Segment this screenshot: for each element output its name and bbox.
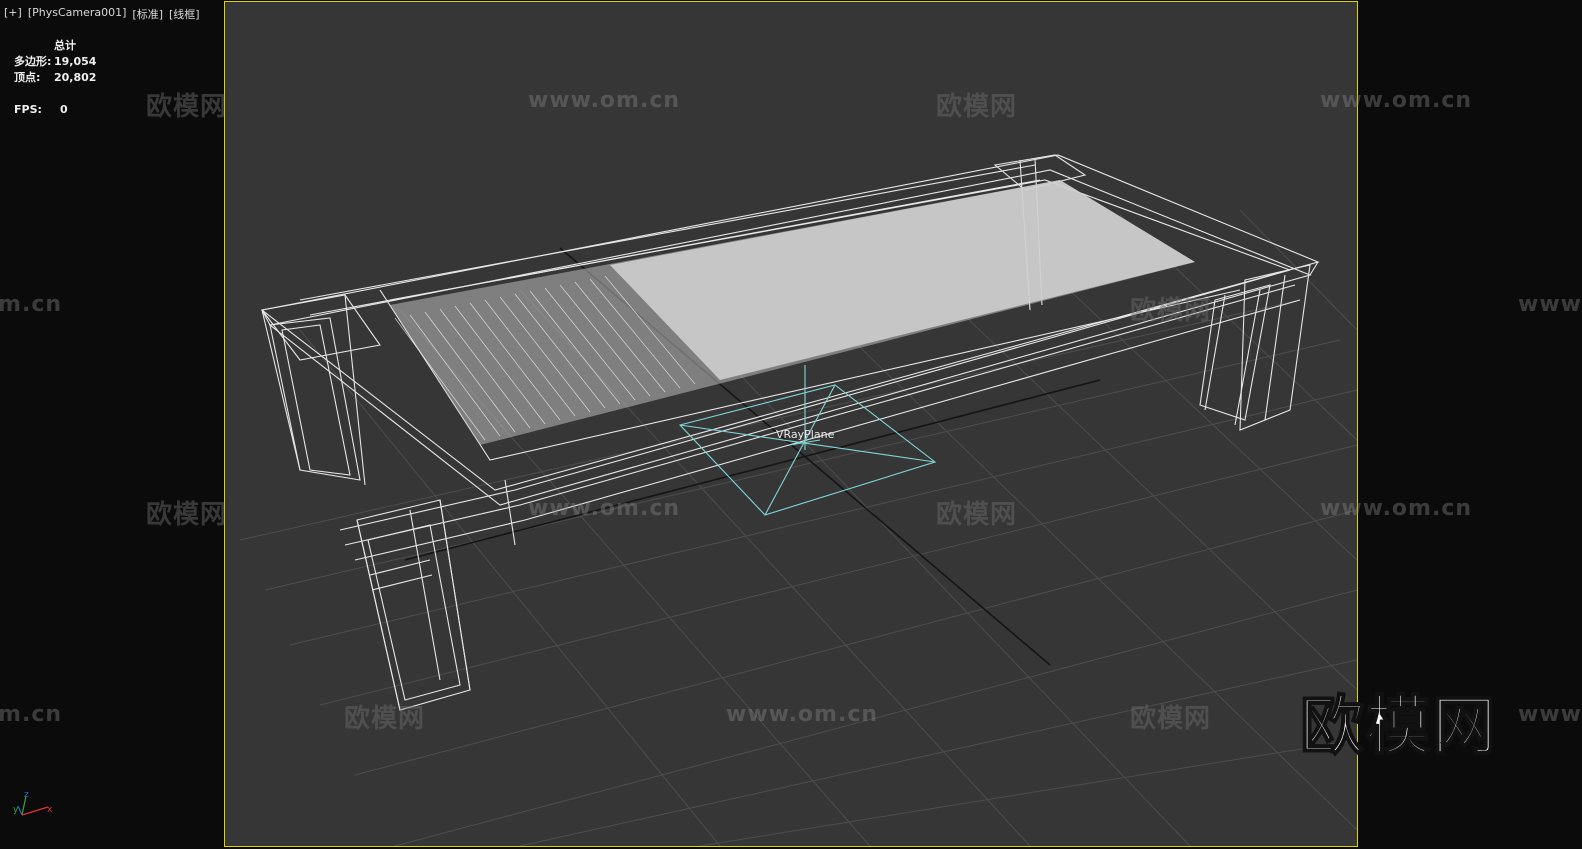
watermark-logo: 欧模网 (146, 92, 228, 122)
watermark-logo: 欧模网 (1130, 704, 1212, 734)
watermark-url: www.om.cn (0, 702, 63, 727)
watermark-logo: 欧模网 (936, 92, 1018, 122)
brand-logo: 欧模网 (1299, 689, 1498, 765)
watermark-logo: 欧模网 (936, 500, 1018, 530)
watermark-logo: 欧模网 (344, 704, 426, 734)
watermark-url: www.om.cn (1320, 88, 1473, 113)
watermark-url: www.om.cn (528, 496, 681, 521)
watermark-url: www.om.cn (1320, 496, 1473, 521)
watermark-url: www.om.cn (1518, 292, 1582, 317)
watermark-url: www.om.cn (0, 292, 63, 317)
vray-plane-label[interactable]: VRayPlane (776, 428, 835, 441)
watermark-url: www.om.cn (528, 88, 681, 113)
watermark-logo: 欧模网 (146, 500, 228, 530)
axis-x-label: x (47, 805, 53, 815)
watermark-url: www.om.cn (726, 702, 879, 727)
seat-mesh (390, 180, 1195, 445)
axis-z-label: z (24, 790, 29, 800)
watermark-url: www.om.cn (1518, 702, 1582, 727)
axis-y-label: y (13, 805, 19, 815)
watermark-logo: 欧模网 (1130, 296, 1212, 326)
axis-gizmo: x y z (13, 790, 53, 816)
